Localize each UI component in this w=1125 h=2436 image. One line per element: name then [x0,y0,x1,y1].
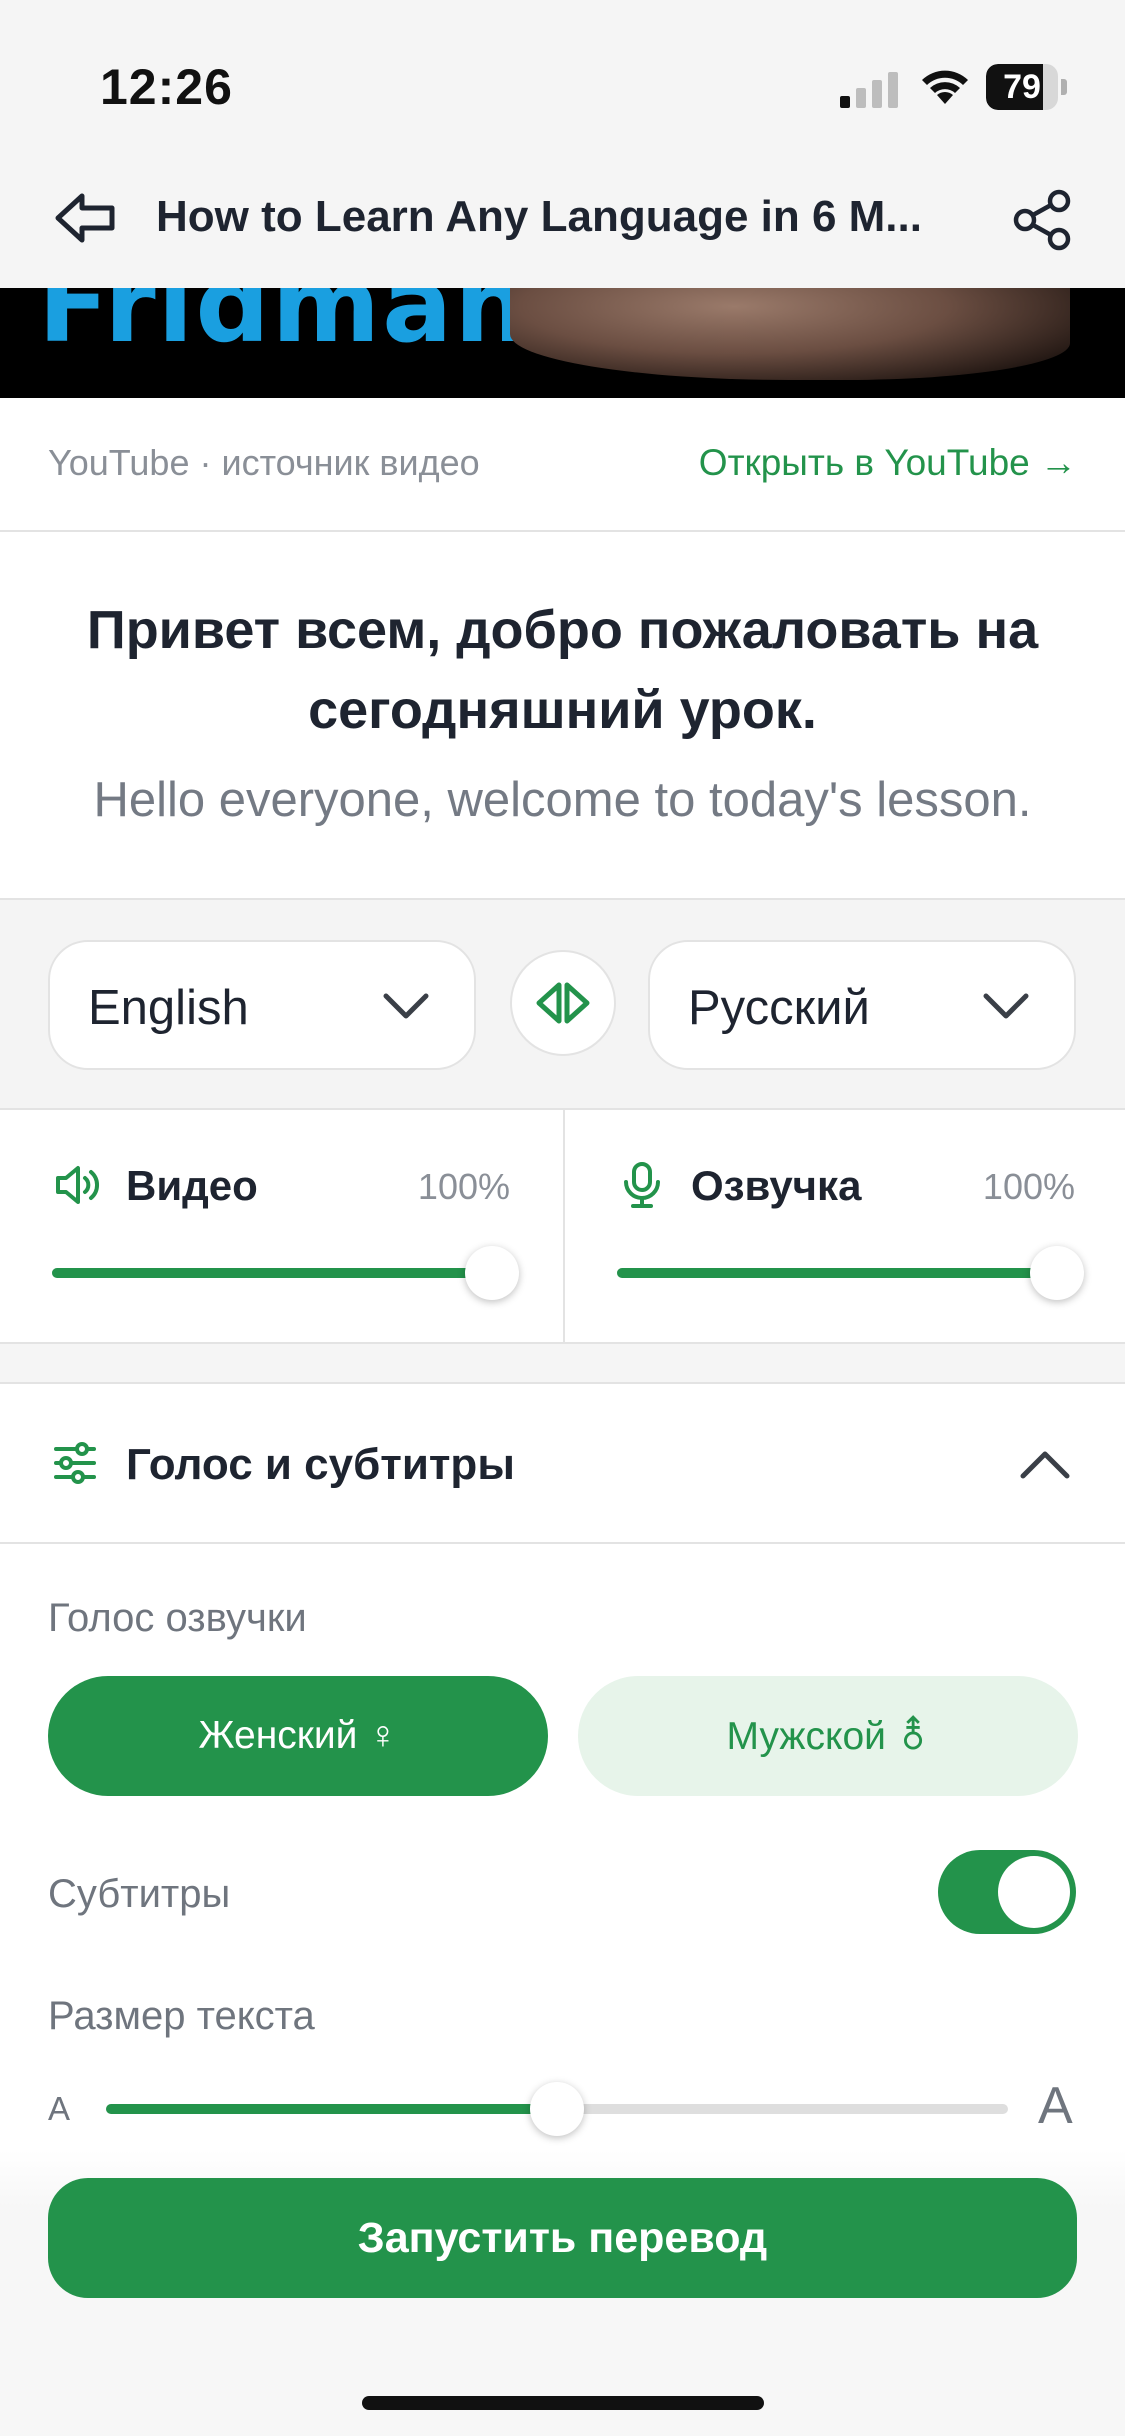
back-arrow-icon [55,193,115,243]
text-size-label: Размер текста [48,1994,315,2038]
page: 12:26 79 How to Learn Any Language in 6 … [0,0,1125,2436]
microphone-icon [624,1162,660,1208]
voiceover-volume-panel: Озвучка 100% [565,1110,1125,1344]
text-size-fill [106,2104,557,2114]
voice-subtitles-settings: Голос озвучки Женский ♀ Мужской ⚨ Субтит… [0,1544,1125,2194]
source-row: YouTube · источник видео Открыть в YouTu… [0,398,1125,532]
battery-indicator: 79 [986,64,1068,110]
wifi-icon [922,70,968,104]
target-language-value: Русский [688,981,870,1035]
status-bar: 12:26 79 [0,0,1125,150]
open-youtube-link[interactable]: Открыть в YouTube → [699,442,1077,484]
subtitles-toggle[interactable] [938,1850,1076,1934]
page-title: How to Learn Any Language in 6 M... [156,192,922,241]
back-button[interactable] [48,180,124,256]
toggle-knob [998,1856,1070,1928]
video-volume-value: 100% [417,1166,510,1207]
video-volume-fill [52,1268,492,1278]
voiceover-volume-thumb[interactable] [1030,1246,1084,1300]
source-label: YouTube · источник видео [48,442,480,483]
text-size-large-marker: A [1038,2077,1073,2135]
voiceover-volume-slider[interactable] [617,1246,1084,1300]
video-frame-text: Fridman [38,288,531,366]
voice-label: Голос озвучки [48,1596,307,1640]
translated-subtitle: Привет всем, добро пожаловать на сегодня… [86,600,1039,740]
voiceover-volume-value: 100% [982,1166,1075,1207]
section-spacer [0,1344,1125,1384]
chevron-down-icon [383,993,429,1019]
chevron-up-icon[interactable] [1017,1436,1073,1492]
source-language-value: English [88,981,249,1035]
volume-panels: Видео 100% Озвучка 100% [0,1110,1125,1344]
text-size-small-marker: A [48,2090,71,2127]
subtitle-preview: Привет всем, добро пожаловать на сегодня… [0,532,1125,900]
speaker-icon [56,1166,99,1204]
voiceover-volume-fill [617,1268,1057,1278]
voice-subtitles-section-header[interactable]: Голос и субтитры [0,1384,1125,1544]
share-button[interactable] [1004,182,1080,258]
voiceover-volume-label: Озвучка [691,1162,862,1209]
language-bar: English Русский [0,900,1125,1110]
navigation-bar: How to Learn Any Language in 6 M... [0,150,1125,288]
share-icon [1013,189,1071,251]
video-frame-image [510,288,1070,380]
video-volume-thumb[interactable] [465,1246,519,1300]
video-volume-slider[interactable] [52,1246,519,1300]
chevron-down-icon [983,993,1029,1019]
section-title: Голос и субтитры [126,1440,515,1489]
status-time: 12:26 [100,59,233,115]
cellular-signal-icon [840,72,898,108]
original-subtitle: Hello everyone, welcome to today's lesso… [93,773,1032,827]
subtitles-label: Субтитры [48,1872,231,1916]
home-indicator [362,2396,764,2410]
target-language-select[interactable]: Русский [648,940,1076,1070]
battery-percent: 79 [1003,68,1041,106]
sliders-icon [54,1442,96,1484]
female-voice-button[interactable]: Женский ♀ [48,1676,548,1796]
start-translation-button[interactable]: Запустить перевод [48,2178,1077,2298]
male-voice-button[interactable]: Мужской ⚨ [578,1676,1078,1796]
video-player[interactable]: Fridman [0,288,1125,398]
source-language-select[interactable]: English [48,940,476,1070]
text-size-thumb[interactable] [530,2082,584,2136]
video-volume-label: Видео [126,1162,258,1209]
swap-languages-button[interactable] [510,950,616,1056]
video-volume-panel: Видео 100% [0,1110,562,1344]
swap-icon [536,982,590,1024]
text-size-slider[interactable] [106,2082,1008,2136]
